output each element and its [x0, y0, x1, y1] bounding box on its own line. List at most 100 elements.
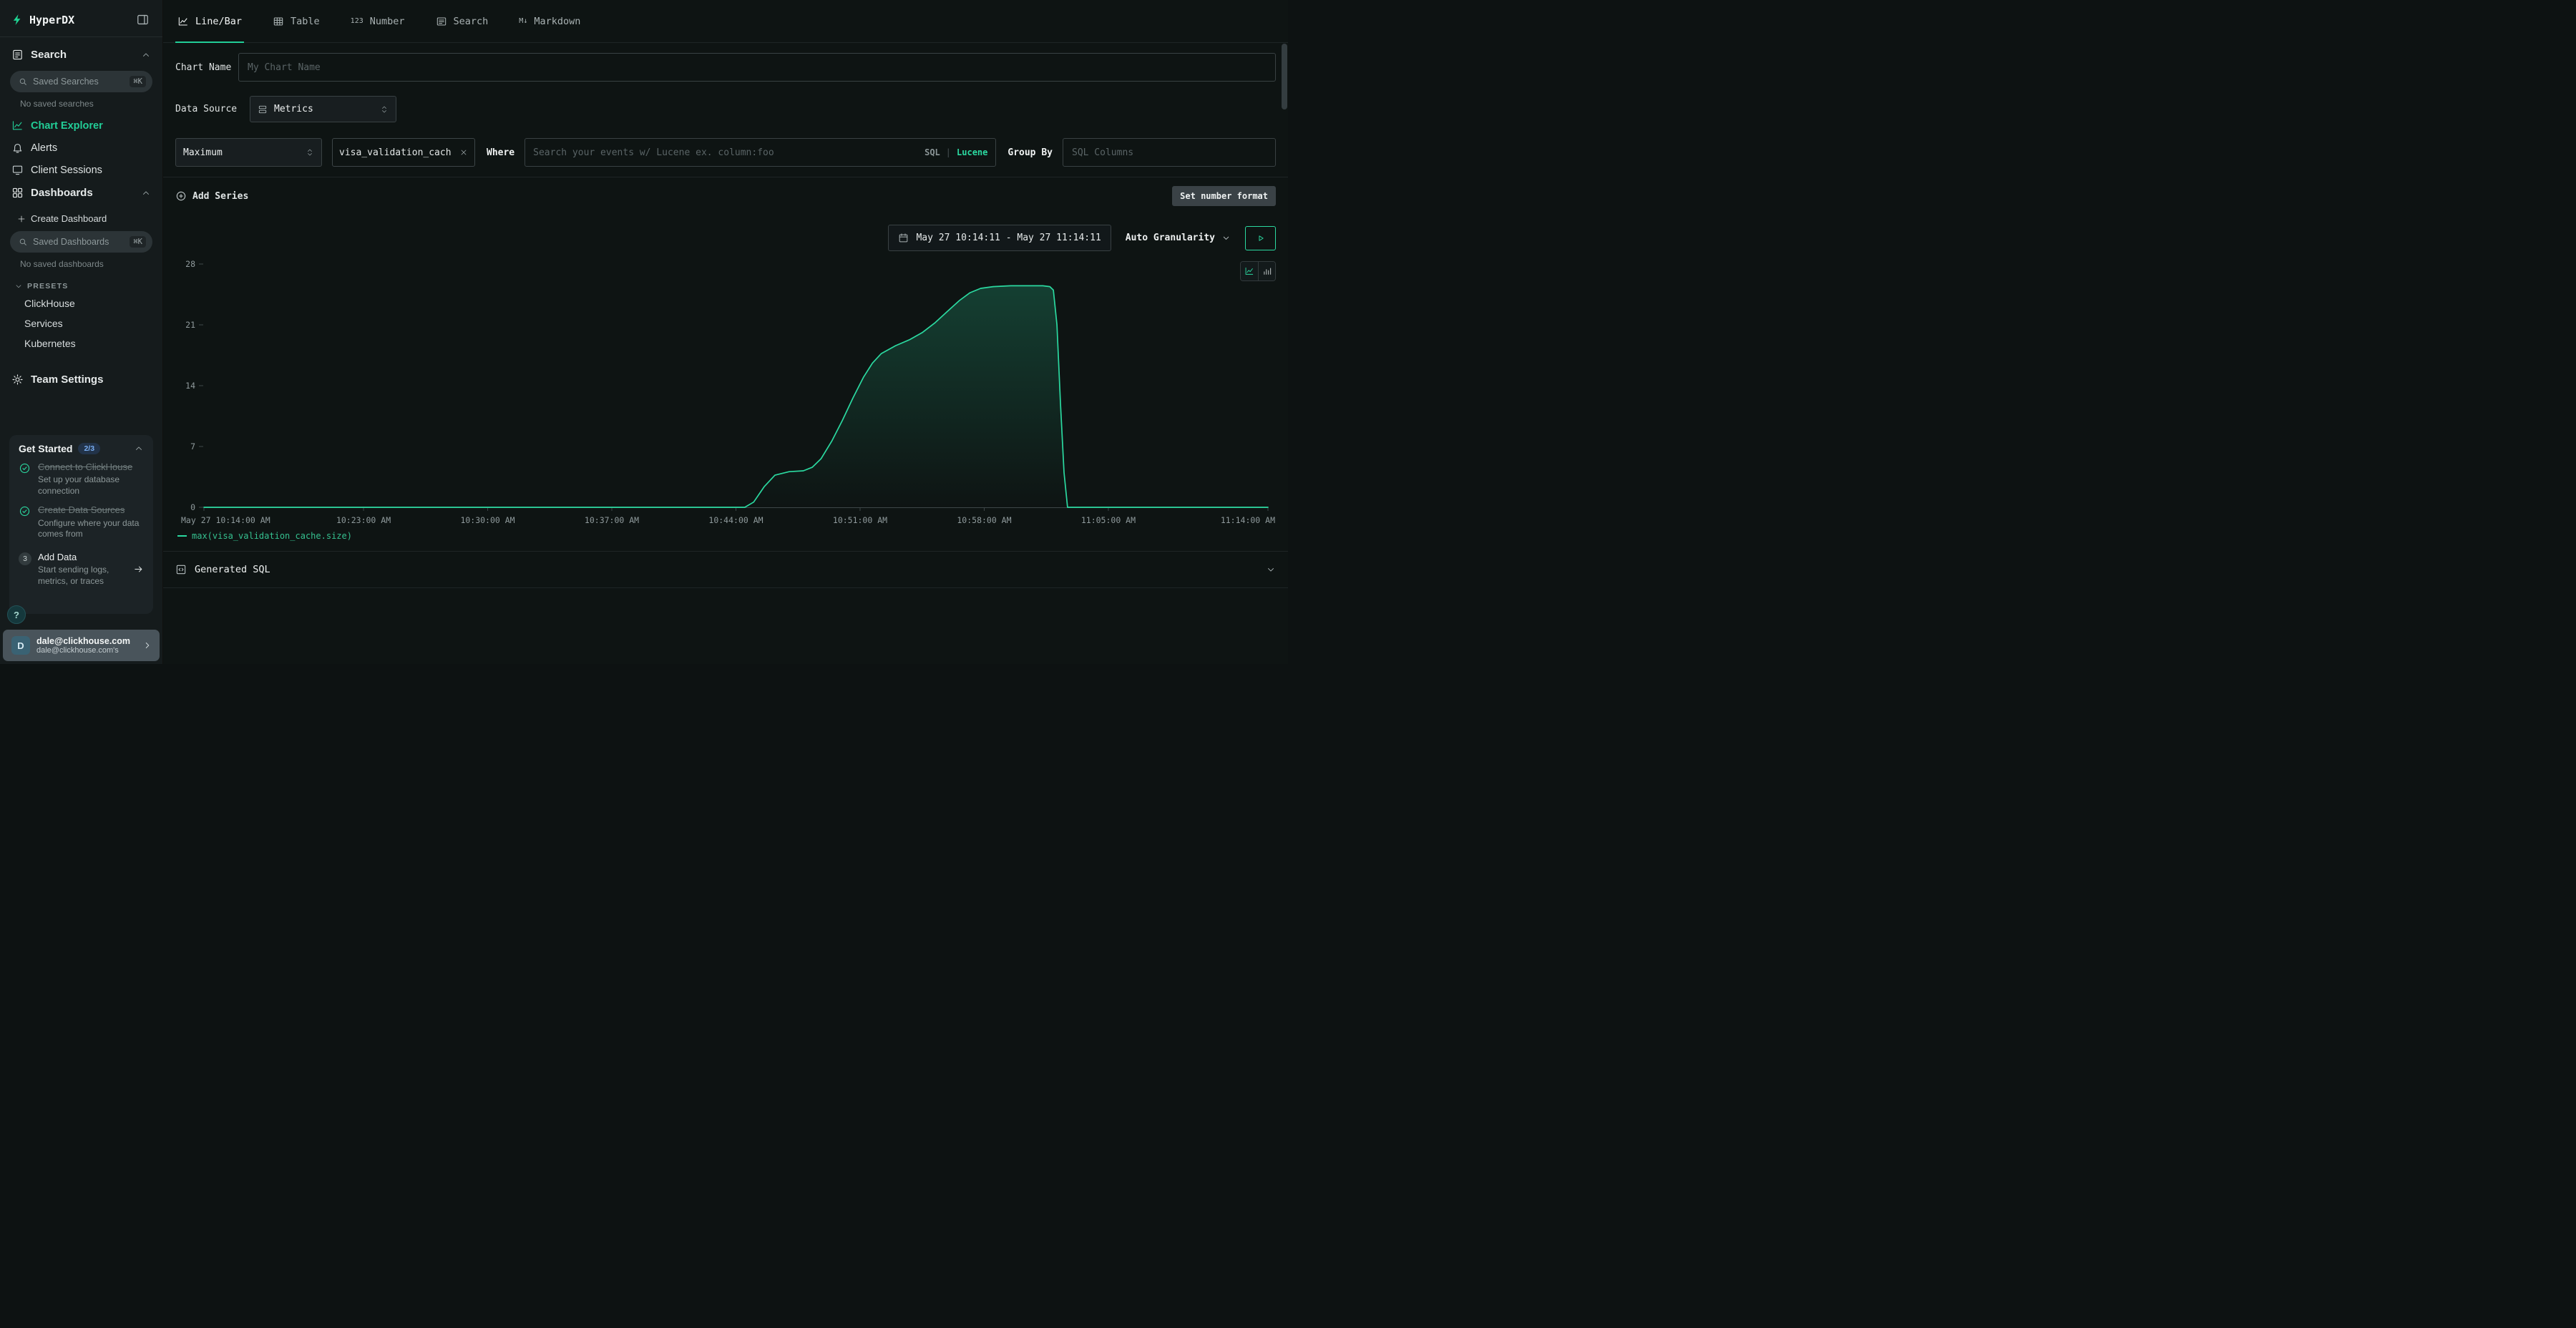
svg-text:10:58:00 AM: 10:58:00 AM — [957, 515, 1011, 525]
remove-metric-icon[interactable] — [459, 148, 468, 157]
saved-searches-placeholder: Saved Searches — [33, 77, 125, 87]
database-icon — [258, 104, 268, 114]
get-started-item-subtitle: Set up your database connection — [38, 474, 144, 497]
run-query-button[interactable] — [1245, 226, 1276, 250]
line-chart-icon — [1244, 266, 1254, 276]
svg-text:21: 21 — [185, 320, 195, 330]
svg-text:7: 7 — [190, 441, 195, 451]
create-dashboard-label: Create Dashboard — [31, 213, 107, 224]
presets-label: PRESETS — [27, 282, 68, 290]
chart-name-input[interactable] — [238, 53, 1276, 82]
updown-chevrons-icon — [380, 104, 389, 114]
get-started-item-title: Create Data Sources — [38, 504, 144, 516]
date-range-picker[interactable]: May 27 10:14:11 - May 27 11:14:11 — [888, 225, 1111, 251]
metric-line-chart[interactable]: 07142128May 27 10:14:00 AM10:23:00 AM10:… — [175, 253, 1276, 528]
saved-dashboards-input[interactable]: Saved Dashboards ⌘K — [10, 231, 152, 253]
gear-icon — [11, 374, 24, 386]
saved-searches-shortcut: ⌘K — [130, 76, 146, 87]
check-circle-icon — [19, 462, 31, 474]
bar-chart-icon — [1262, 266, 1272, 276]
sidebar-section-dashboards[interactable]: Dashboards — [0, 181, 162, 206]
main-scrollbar[interactable] — [1282, 44, 1287, 664]
sidebar-item-client-sessions[interactable]: Client Sessions — [0, 159, 162, 181]
search-section-label: Search — [31, 49, 67, 61]
updown-chevrons-icon — [306, 147, 314, 157]
metric-field-tag[interactable]: visa_validation_cach — [332, 138, 475, 167]
get-started-item-connect[interactable]: Connect to ClickHouse Set up your databa… — [19, 462, 144, 497]
preset-item-kubernetes[interactable]: Kubernetes — [0, 333, 162, 353]
sidebar-item-label: Alerts — [31, 142, 57, 154]
line-style-toggle[interactable] — [1241, 262, 1258, 280]
code-brackets-icon — [175, 564, 187, 575]
no-saved-searches-text: No saved searches — [0, 92, 162, 114]
tab-line-bar[interactable]: Line/Bar — [175, 0, 244, 42]
query-language-toggle: SQL | Lucene — [924, 147, 987, 157]
app-title: HyperDX — [29, 14, 74, 26]
arrow-right-icon — [133, 564, 144, 575]
group-by-label: Group By — [1008, 147, 1053, 158]
presets-toggle[interactable]: PRESETS — [0, 275, 162, 293]
sidebar-item-alerts[interactable]: Alerts — [0, 137, 162, 159]
get-started-item-sources[interactable]: Create Data Sources Configure where your… — [19, 504, 144, 540]
get-started-card: Get Started 2/3 Connect to ClickHouse Se… — [9, 435, 153, 614]
language-separator: | — [946, 147, 951, 157]
preset-item-services[interactable]: Services — [0, 313, 162, 333]
sidebar-item-team-settings[interactable]: Team Settings — [0, 366, 162, 393]
group-by-input[interactable] — [1063, 138, 1276, 167]
help-button[interactable]: ? — [7, 605, 26, 624]
chevron-down-icon — [1266, 565, 1276, 575]
get-started-item-title: Connect to ClickHouse — [38, 462, 144, 473]
search-section-icon — [11, 49, 24, 61]
create-dashboard-button[interactable]: Create Dashboard — [0, 206, 162, 228]
saved-searches-input[interactable]: Saved Searches ⌘K — [10, 71, 152, 92]
chevron-up-icon — [134, 444, 144, 454]
tab-markdown[interactable]: M↓ Markdown — [517, 0, 582, 42]
tab-table[interactable]: Table — [270, 0, 322, 42]
legend-line-swatch — [177, 535, 187, 537]
aggregation-value: Maximum — [183, 147, 223, 158]
legend-series-label: max(visa_validation_cache.size) — [192, 531, 352, 541]
granularity-select[interactable]: Auto Granularity — [1121, 225, 1235, 251]
granularity-value: Auto Granularity — [1126, 233, 1215, 243]
sidebar-section-search[interactable]: Search — [0, 42, 162, 68]
svg-text:10:37:00 AM: 10:37:00 AM — [585, 515, 639, 525]
sidebar-header: HyperDX — [0, 0, 162, 36]
tab-number[interactable]: 123 Number — [348, 0, 407, 42]
get-started-item-subtitle: Configure where your data comes from — [38, 518, 144, 540]
calendar-icon — [898, 233, 909, 243]
bell-icon — [11, 142, 24, 154]
svg-text:28: 28 — [185, 259, 195, 269]
search-icon — [18, 77, 28, 87]
user-team: dale@clickhouse.com's — [36, 646, 136, 655]
metric-field-name: visa_validation_cach — [339, 147, 455, 158]
generated-sql-section[interactable]: Generated SQL — [163, 551, 1288, 588]
where-search-input[interactable] — [533, 147, 919, 158]
bar-style-toggle[interactable] — [1258, 262, 1275, 280]
scrollbar-thumb[interactable] — [1282, 44, 1287, 109]
collapse-sidebar-button[interactable] — [135, 11, 151, 28]
sql-language-button[interactable]: SQL — [924, 147, 940, 157]
step-number-badge: 3 — [19, 552, 31, 565]
get-started-header[interactable]: Get Started 2/3 — [19, 443, 144, 454]
saved-dashboards-placeholder: Saved Dashboards — [33, 237, 125, 247]
lucene-language-button[interactable]: Lucene — [957, 147, 987, 157]
sidebar-panel-icon — [136, 13, 150, 26]
tab-search[interactable]: Search — [434, 0, 491, 42]
set-number-format-button[interactable]: Set number format — [1172, 186, 1276, 206]
dashboards-section-label: Dashboards — [31, 187, 93, 199]
svg-text:11:05:00 AM: 11:05:00 AM — [1081, 515, 1136, 525]
get-started-item-add-data[interactable]: 3 Add Data Start sending logs, metrics, … — [19, 552, 144, 587]
user-menu[interactable]: D dale@clickhouse.com dale@clickhouse.co… — [3, 630, 160, 661]
line-chart-icon — [11, 119, 24, 132]
aggregation-select[interactable]: Maximum — [175, 138, 322, 167]
tab-label: Number — [370, 16, 405, 27]
chart-style-toggle-group — [1240, 261, 1276, 281]
add-series-button[interactable]: Add Series — [175, 190, 248, 202]
sidebar-item-chart-explorer[interactable]: Chart Explorer — [0, 114, 162, 137]
user-email: dale@clickhouse.com — [36, 636, 136, 646]
tab-label: Table — [291, 16, 320, 27]
hyperdx-logo[interactable]: HyperDX — [11, 14, 74, 26]
data-source-select[interactable]: Metrics — [250, 96, 396, 122]
avatar: D — [11, 636, 30, 655]
preset-item-clickhouse[interactable]: ClickHouse — [0, 293, 162, 313]
